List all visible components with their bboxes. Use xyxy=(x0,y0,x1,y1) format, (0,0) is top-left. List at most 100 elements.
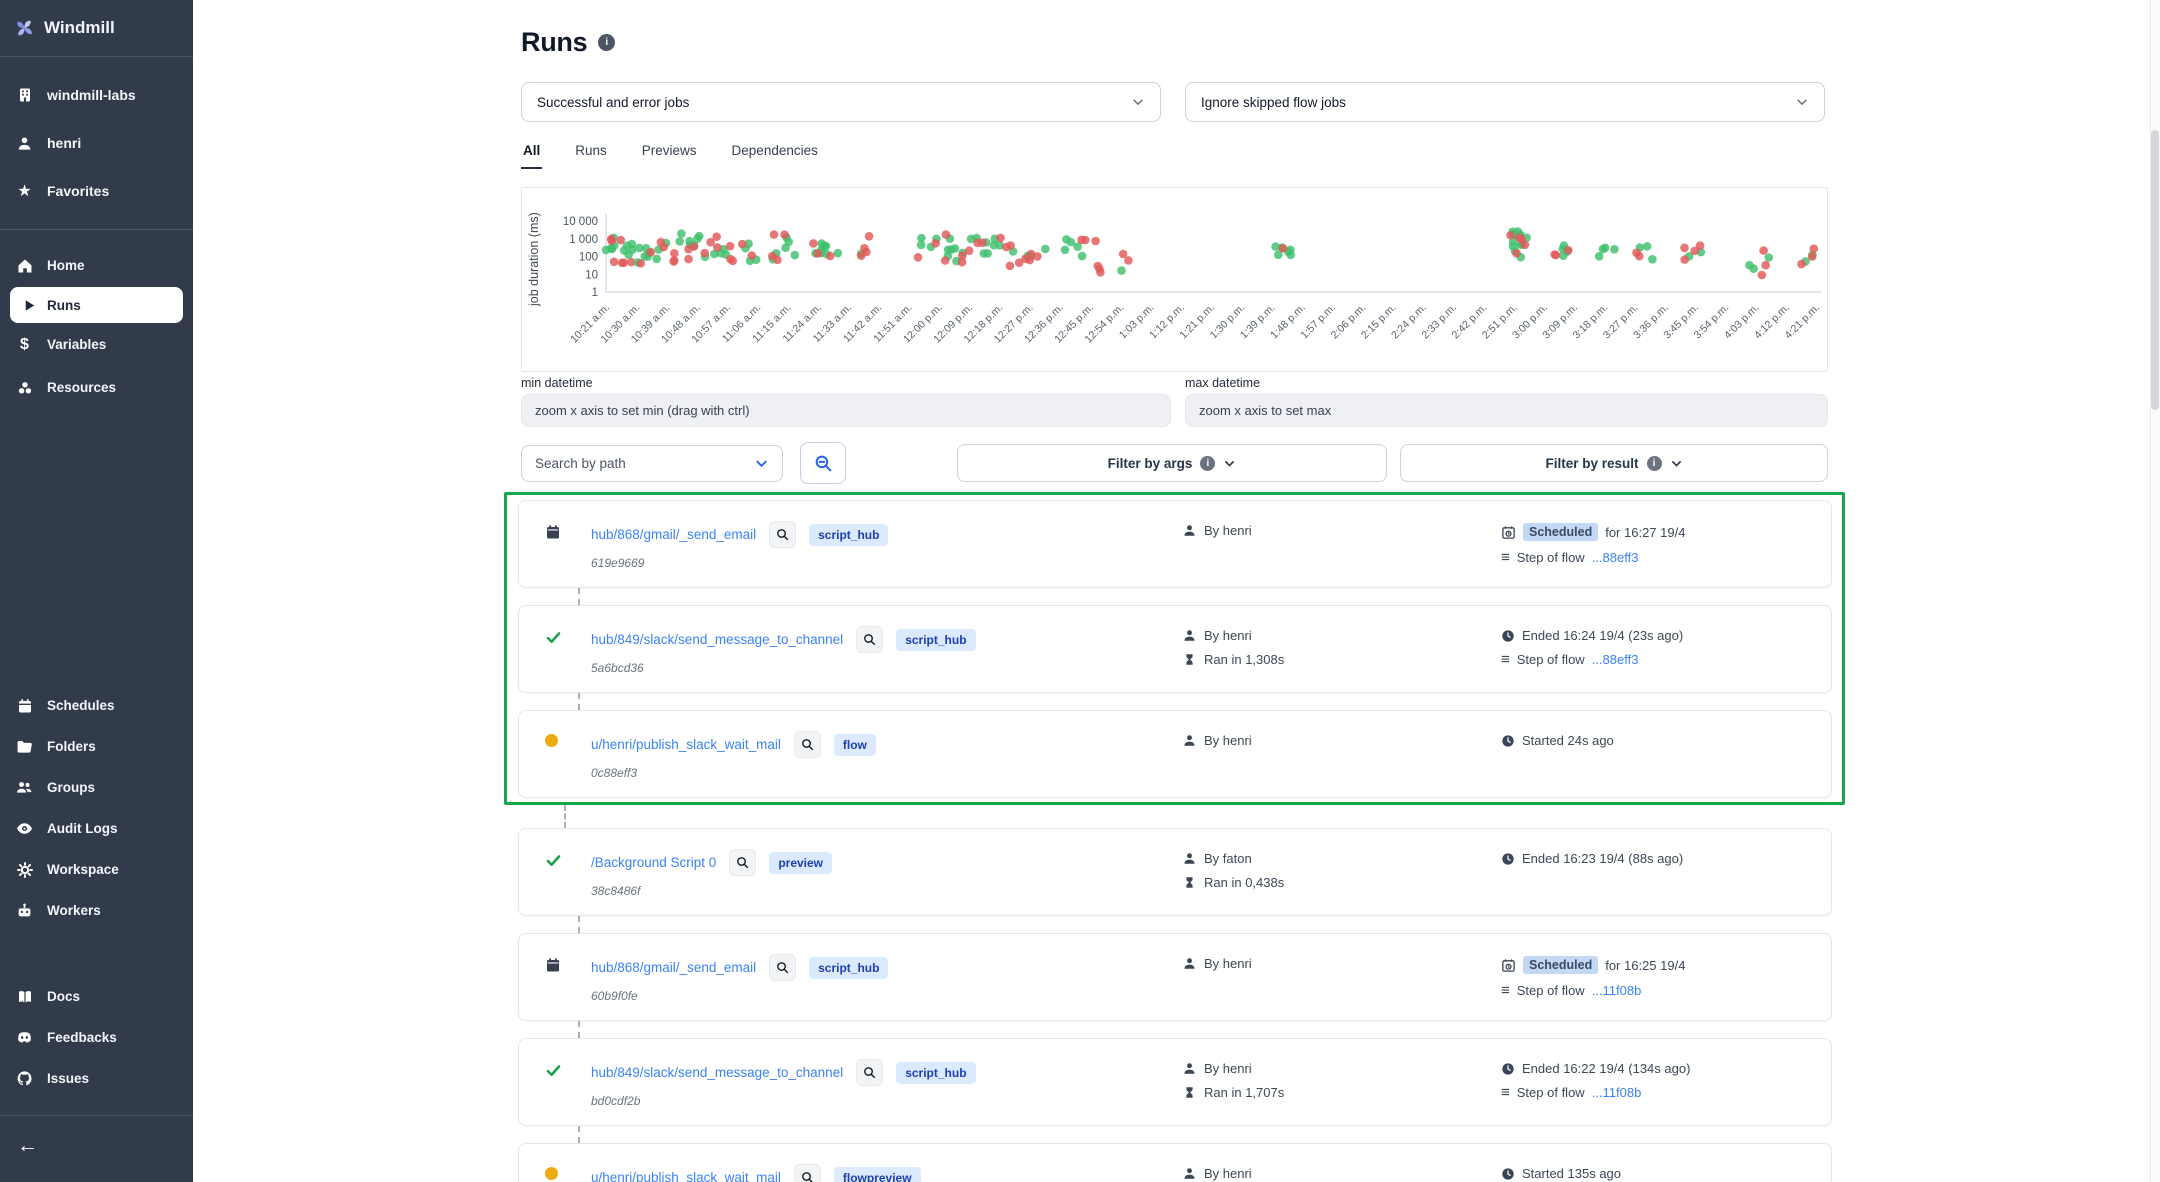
step-of-flow-text: Step of flow xyxy=(1517,1085,1585,1100)
max-datetime-input[interactable] xyxy=(1185,394,1828,427)
sidebar-item-workspace-picker[interactable]: windmill-labs xyxy=(0,71,193,119)
scrollbar-thumb[interactable] xyxy=(2151,130,2159,410)
run-time-status: Started 24s ago xyxy=(1522,733,1614,748)
favorites-label: Favorites xyxy=(47,183,109,199)
inspect-run-button[interactable] xyxy=(794,731,821,758)
sidebar-item-groups[interactable]: Groups xyxy=(0,767,193,808)
sidebar-item-folders[interactable]: Folders xyxy=(0,726,193,767)
inspect-run-button[interactable] xyxy=(769,521,796,548)
github-icon xyxy=(15,1070,34,1087)
sidebar-item-issues[interactable]: Issues xyxy=(0,1058,193,1099)
workspace-name: windmill-labs xyxy=(47,87,136,103)
run-path-link[interactable]: /Background Script 0 xyxy=(591,855,716,870)
scheduled-calendar-icon xyxy=(545,957,561,973)
sidebar-item-schedules[interactable]: Schedules xyxy=(0,685,193,726)
clock-icon xyxy=(1501,629,1515,643)
run-row[interactable]: hub/868/gmail/_send_email script_hub 60b… xyxy=(518,933,1832,1021)
skipped-flow-filter-select[interactable]: Ignore skipped flow jobs xyxy=(1185,82,1825,122)
sidebar-item-favorites[interactable]: Favorites xyxy=(0,167,193,215)
sidebar-item-user[interactable]: henri xyxy=(0,119,193,167)
inspect-run-button[interactable] xyxy=(729,849,756,876)
user-icon xyxy=(15,136,34,151)
svg-text:1: 1 xyxy=(592,287,598,299)
highlighted-group: hub/868/gmail/_send_email script_hub 619… xyxy=(504,492,1845,805)
flow-steps-icon xyxy=(1501,549,1510,566)
parent-flow-link[interactable]: ...11f08b xyxy=(1592,1085,1642,1100)
magnifier-icon xyxy=(801,1171,814,1182)
parent-flow-link[interactable]: ...88eff3 xyxy=(1592,550,1639,565)
run-time-status: Started 135s ago xyxy=(1522,1166,1621,1181)
sidebar-item-home[interactable]: Home xyxy=(0,244,193,287)
success-check-icon xyxy=(545,1062,562,1079)
job-status-filter-value: Successful and error jobs xyxy=(537,95,689,110)
info-icon xyxy=(1647,456,1662,471)
parent-flow-link[interactable]: ...11f08b xyxy=(1592,983,1642,998)
run-row[interactable]: u/henri/publish_slack_wait_mail flow 0c8… xyxy=(518,710,1832,798)
sidebar-item-workers[interactable]: Workers xyxy=(0,890,193,931)
inspect-run-button[interactable] xyxy=(856,626,883,653)
sidebar-item-audit-logs[interactable]: Audit Logs xyxy=(0,808,193,849)
sidebar-item-variables[interactable]: Variables xyxy=(0,323,193,366)
tab-previews[interactable]: Previews xyxy=(640,137,699,169)
step-of-flow-text: Step of flow xyxy=(1517,550,1585,565)
sidebar-item-resources[interactable]: Resources xyxy=(0,366,193,409)
job-kind-badge: script_hub xyxy=(809,524,888,546)
sidebar-item-feedbacks[interactable]: Feedbacks xyxy=(0,1017,193,1058)
scrollbar-track[interactable] xyxy=(2150,0,2160,1182)
running-dot-icon xyxy=(545,1167,558,1180)
main-area: Runs Successful and error jobs Ignore sk… xyxy=(193,0,2160,1182)
zoom-out-search-button[interactable] xyxy=(800,442,846,484)
chevron-down-icon xyxy=(1131,95,1145,109)
tab-all[interactable]: All xyxy=(521,137,542,169)
run-path-link[interactable]: u/henri/publish_slack_wait_mail xyxy=(591,1170,781,1182)
run-path-link[interactable]: hub/868/gmail/_send_email xyxy=(591,960,756,975)
run-path-link[interactable]: hub/868/gmail/_send_email xyxy=(591,527,756,542)
job-kind-badge: flowpreview xyxy=(834,1167,921,1182)
run-author: By henri xyxy=(1204,628,1252,643)
run-id: 60b9f0fe xyxy=(591,989,1183,1003)
user-icon xyxy=(1183,734,1196,747)
run-row[interactable]: u/henri/publish_slack_wait_mail flowprev… xyxy=(518,1143,1832,1182)
magnifier-minus-icon xyxy=(814,454,833,473)
job-kind-badge: preview xyxy=(769,852,832,874)
run-author: By henri xyxy=(1204,1061,1252,1076)
filter-by-args-button[interactable]: Filter by args xyxy=(957,444,1387,482)
job-duration-chart[interactable]: job duration (ms)1101001 00010 00010:21 … xyxy=(522,188,1827,371)
inspect-run-button[interactable] xyxy=(769,954,796,981)
parent-flow-link[interactable]: ...88eff3 xyxy=(1592,652,1639,667)
brand[interactable]: Windmill xyxy=(0,0,193,57)
sidebar-item-docs[interactable]: Docs xyxy=(0,976,193,1017)
search-by-path-select[interactable]: Search by path xyxy=(521,445,783,482)
magnifier-icon xyxy=(801,738,814,751)
run-id: 619e9669 xyxy=(591,556,1183,570)
inspect-run-button[interactable] xyxy=(856,1059,883,1086)
run-author: By henri xyxy=(1204,956,1252,971)
sidebar-item-runs[interactable]: Runs xyxy=(10,287,183,323)
running-dot-icon xyxy=(545,734,558,747)
job-status-filter-select[interactable]: Successful and error jobs xyxy=(521,82,1161,122)
svg-text:10: 10 xyxy=(585,269,598,281)
sidebar-collapse-button[interactable] xyxy=(0,1116,193,1176)
job-kind-badge: script_hub xyxy=(809,957,888,979)
tab-dependencies[interactable]: Dependencies xyxy=(730,137,820,169)
step-of-flow-text: Step of flow xyxy=(1517,983,1585,998)
min-datetime-input[interactable] xyxy=(521,394,1171,427)
run-row[interactable]: hub/849/slack/send_message_to_channel sc… xyxy=(518,605,1832,693)
sidebar-item-workspace[interactable]: Workspace xyxy=(0,849,193,890)
run-row[interactable]: hub/868/gmail/_send_email script_hub 619… xyxy=(518,500,1832,588)
run-path-link[interactable]: u/henri/publish_slack_wait_mail xyxy=(591,737,781,752)
run-author: By faton xyxy=(1204,851,1252,866)
run-path-link[interactable]: hub/849/slack/send_message_to_channel xyxy=(591,1065,843,1080)
page-title: Runs xyxy=(521,27,587,58)
folder-icon xyxy=(15,738,34,755)
tab-runs[interactable]: Runs xyxy=(573,137,609,169)
run-path-link[interactable]: hub/849/slack/send_message_to_channel xyxy=(591,632,843,647)
run-author: By henri xyxy=(1204,733,1252,748)
run-row[interactable]: hub/849/slack/send_message_to_channel sc… xyxy=(518,1038,1832,1126)
inspect-run-button[interactable] xyxy=(794,1164,821,1182)
filter-by-result-button[interactable]: Filter by result xyxy=(1400,444,1828,482)
run-row[interactable]: /Background Script 0 preview 38c8486f By… xyxy=(518,828,1832,916)
info-icon[interactable] xyxy=(598,34,615,51)
collapse-arrow-icon xyxy=(17,1134,38,1158)
hourglass-icon xyxy=(1183,1086,1196,1099)
